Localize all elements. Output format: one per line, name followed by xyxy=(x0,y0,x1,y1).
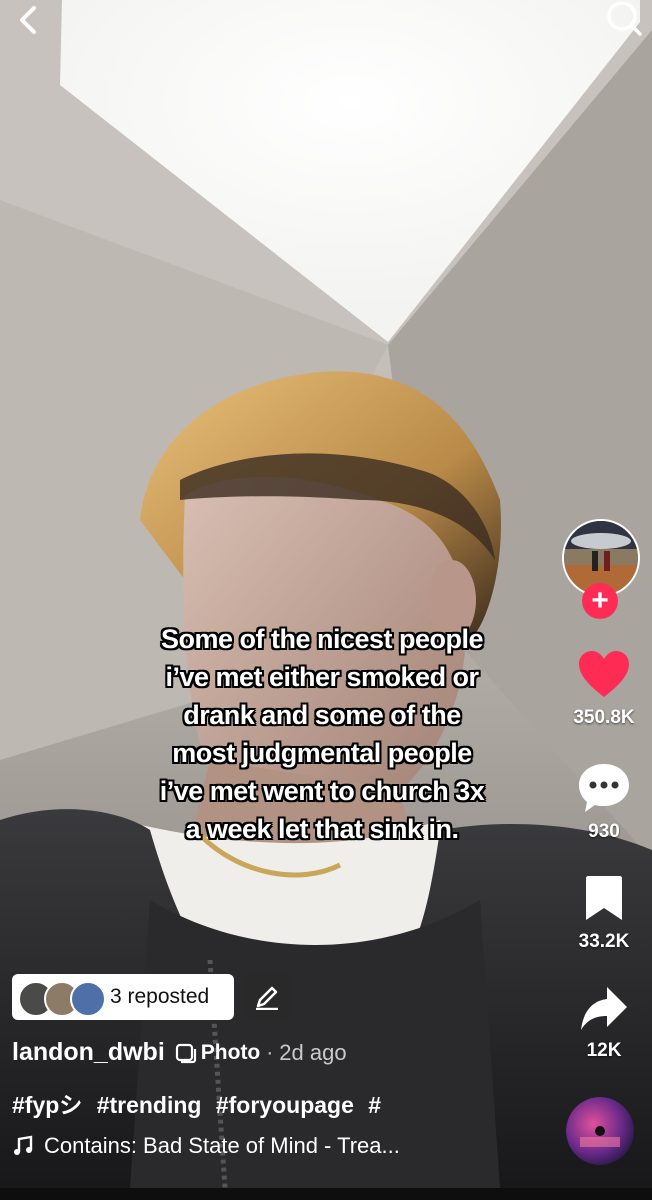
creator-avatar-group: + xyxy=(562,519,640,619)
music-disc[interactable] xyxy=(566,1097,634,1165)
reposted-pill[interactable]: 3 reposted xyxy=(12,974,234,1020)
caption-line: drank and some of the xyxy=(183,700,461,730)
bottom-strip xyxy=(0,1188,652,1200)
like-count: 350.8K xyxy=(573,707,635,728)
pencil-icon xyxy=(256,986,278,1010)
search-button[interactable] xyxy=(596,0,652,40)
heart-icon xyxy=(579,651,629,697)
reposter-avatar xyxy=(70,981,106,1017)
photo-type-badge: Photo xyxy=(175,1041,260,1065)
caption-line: i’ve met went to church 3x xyxy=(159,776,485,806)
comment-bubble-icon xyxy=(579,764,629,812)
search-icon xyxy=(607,2,642,36)
hashtag-link[interactable]: #trending xyxy=(97,1092,202,1118)
edit-button[interactable] xyxy=(244,974,290,1020)
hashtag-link[interactable]: # xyxy=(368,1092,381,1118)
caption-line: most judgmental people xyxy=(172,738,472,768)
post-time: 2d ago xyxy=(279,1039,347,1065)
comment-count: 930 xyxy=(588,821,620,842)
photo-caption-text: Some of the nicest people i’ve met eithe… xyxy=(110,620,534,848)
reposted-label: 3 reposted xyxy=(110,985,210,1008)
music-link[interactable]: Contains: Bad State of Mind - Trea... xyxy=(12,1133,400,1159)
comment-button[interactable]: 930 xyxy=(556,762,652,843)
hashtag-link[interactable]: #foryoupage xyxy=(216,1092,354,1118)
hashtag-link[interactable]: #fypシ xyxy=(12,1092,82,1118)
share-arrow-icon xyxy=(581,987,627,1030)
album-art xyxy=(566,1097,634,1165)
like-button[interactable]: 350.8K xyxy=(556,650,652,729)
bookmark-icon xyxy=(586,876,622,920)
photo-icon xyxy=(175,1043,196,1063)
photo-type-label: Photo xyxy=(200,1040,261,1064)
music-title: Contains: Bad State of Mind - Trea... xyxy=(44,1133,400,1158)
back-button[interactable] xyxy=(0,0,56,40)
caption-line: Some of the nicest people xyxy=(160,624,484,654)
save-count: 33.2K xyxy=(578,931,630,952)
music-note-icon xyxy=(14,1135,33,1155)
save-button[interactable]: 33.2K xyxy=(556,874,652,953)
caption-line: i’ve met either smoked or xyxy=(165,662,479,692)
share-button[interactable]: 12K xyxy=(556,985,652,1062)
chevron-left-icon xyxy=(20,6,36,34)
share-count: 12K xyxy=(586,1040,622,1061)
post-meta: landon_dwbi Photo · 2d ago xyxy=(12,1038,347,1067)
follow-button[interactable]: + xyxy=(582,583,618,619)
caption-line: a week let that sink in. xyxy=(185,814,459,844)
meta-separator: · xyxy=(266,1040,274,1064)
username-link[interactable]: landon_dwbi xyxy=(12,1038,165,1067)
hashtags: #fypシ #trending #foryoupage # xyxy=(12,1086,389,1120)
reposter-avatars xyxy=(18,979,110,1017)
tiktok-photo-post-screen: Some of the nicest people i’ve met eithe… xyxy=(0,0,652,1200)
